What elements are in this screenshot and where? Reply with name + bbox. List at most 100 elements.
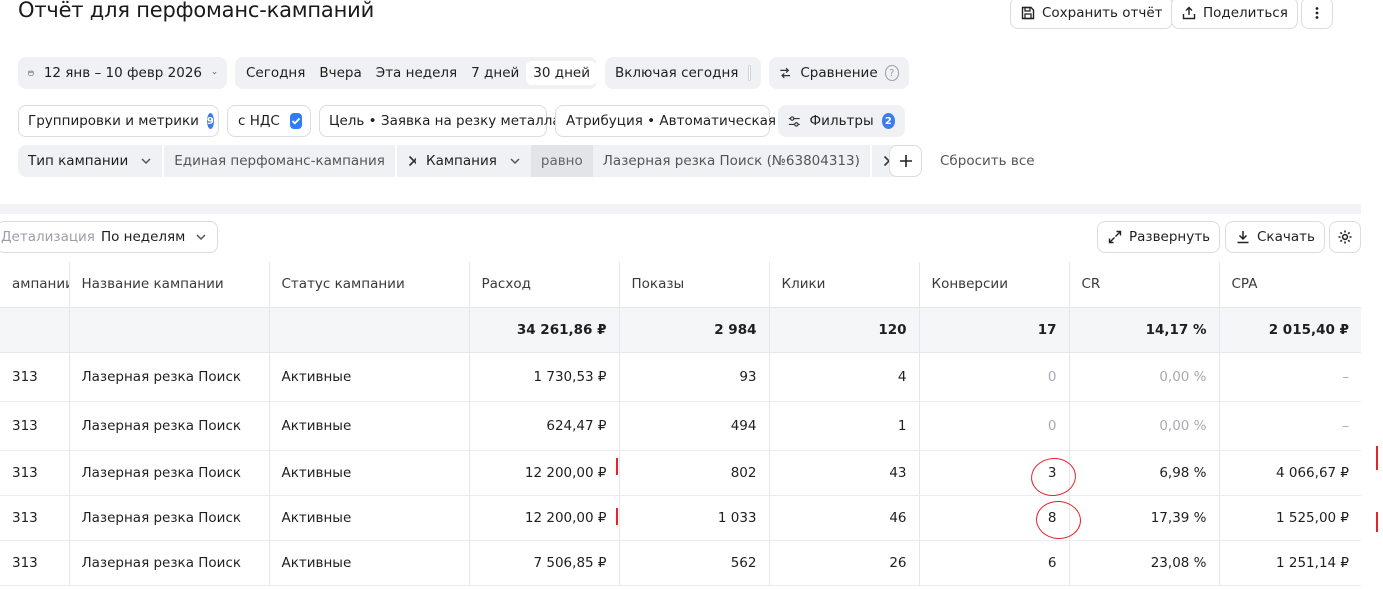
- header-campaign-id[interactable]: ампании ↓: [0, 262, 70, 308]
- total-cr: 14,17 %: [1069, 307, 1220, 353]
- period-this-week[interactable]: Эта неделя: [369, 61, 464, 85]
- table-row: 313 Лазерная резка Поиск Активные 7 506,…: [0, 540, 1361, 586]
- goal-selector[interactable]: Цель • Заявка на резку металла: [319, 105, 561, 137]
- period-yesterday[interactable]: Вчера: [312, 61, 368, 85]
- detail-selector[interactable]: Детализация По неделям: [0, 221, 219, 253]
- include-today-label: Включая сегодня: [615, 65, 739, 81]
- download-label: Скачать: [1257, 229, 1315, 245]
- cell-status: Активные: [269, 540, 470, 586]
- chevron-down-icon: [196, 234, 206, 241]
- groupings-metrics-button[interactable]: Группировки и метрики 9: [18, 105, 219, 137]
- filters-button[interactable]: Фильтры 2: [778, 105, 905, 137]
- cell-name: Лазерная резка Поиск: [69, 495, 270, 541]
- cell-cr: 6,98 %: [1069, 450, 1220, 496]
- filter-campaign[interactable]: Кампания равно Лазерная резка Поиск (№63…: [416, 145, 906, 177]
- compare-label: Сравнение: [800, 65, 878, 81]
- cell-impressions: 1 033: [619, 495, 770, 541]
- header-cr[interactable]: CR: [1069, 262, 1220, 308]
- cell-status: Активные: [269, 352, 470, 402]
- cell-name: Лазерная резка Поиск: [69, 540, 270, 586]
- filter-campaign-type[interactable]: Тип кампании Единая перфоманс-кампания: [18, 145, 431, 177]
- expand-button[interactable]: Развернуть: [1097, 221, 1221, 253]
- header-cpa[interactable]: CPA: [1219, 262, 1361, 308]
- share-button[interactable]: Поделиться: [1171, 0, 1298, 29]
- cell-name: Лазерная резка Поиск: [69, 450, 270, 496]
- filter-campaign-operator[interactable]: равно: [530, 145, 593, 177]
- total-clicks: 120: [769, 307, 920, 353]
- compare-arrows-icon: [780, 67, 791, 79]
- date-range-label: 12 янв – 10 февр 2026: [43, 65, 203, 81]
- cell-cpa: 1 525,00 ₽: [1219, 495, 1361, 541]
- cell-id: 313: [0, 450, 70, 496]
- period-7-days[interactable]: 7 дней: [464, 61, 526, 85]
- detail-label: Детализация: [1, 229, 95, 245]
- goal-label: Цель • Заявка на резку металла: [329, 113, 561, 129]
- help-icon[interactable]: ?: [884, 65, 899, 81]
- filter-campaign-field[interactable]: Кампания: [416, 145, 531, 177]
- add-filter-button[interactable]: [889, 145, 922, 177]
- cell-id: 313: [0, 352, 70, 402]
- cell-conversions: 0: [919, 352, 1070, 402]
- vat-label: с НДС: [238, 113, 280, 129]
- period-30-days[interactable]: 30 дней: [526, 61, 597, 85]
- total-conversions: 17: [919, 307, 1070, 353]
- cell-id: 313: [0, 495, 70, 541]
- filter-campaign-type-field[interactable]: Тип кампании: [18, 145, 163, 177]
- cell-clicks: 4: [769, 352, 920, 402]
- total-impressions: 2 984: [619, 307, 770, 353]
- header-impressions[interactable]: Показы: [619, 262, 770, 308]
- attribution-selector[interactable]: Атрибуция • Автоматическая: [555, 105, 776, 137]
- period-today[interactable]: Сегодня: [239, 61, 312, 85]
- header-conversions[interactable]: Конверсии: [919, 262, 1070, 308]
- section-divider: [0, 204, 1361, 214]
- filter-campaign-value[interactable]: Лазерная резка Поиск (№63804313): [592, 145, 870, 177]
- filter-campaign-type-value[interactable]: Единая перфоманс-кампания: [164, 145, 395, 177]
- cell-spend: 1 730,53 ₽: [469, 352, 620, 402]
- cell-id: 313: [0, 540, 70, 586]
- compare-button[interactable]: Сравнение ?: [769, 57, 909, 89]
- header-spend[interactable]: Расход: [469, 262, 620, 308]
- cell-cr: 0,00 %: [1069, 401, 1220, 451]
- annotation-tick: [616, 508, 618, 525]
- cell-status: Активные: [269, 450, 470, 496]
- total-cpa: 2 015,40 ₽: [1219, 307, 1361, 353]
- vat-toggle[interactable]: с НДС: [227, 105, 311, 137]
- cell-impressions: 802: [619, 450, 770, 496]
- vat-checkbox[interactable]: [289, 113, 302, 129]
- table-header-row: ампании ↓ Название кампании Статус кампа…: [0, 262, 1361, 308]
- more-button[interactable]: [1301, 0, 1333, 29]
- cell-status: Активные: [269, 495, 470, 541]
- cell-spend: 12 200,00 ₽: [469, 450, 620, 496]
- expand-label: Развернуть: [1129, 229, 1211, 245]
- cell-cpa: 4 066,67 ₽: [1219, 450, 1361, 496]
- save-report-label: Сохранить отчёт: [1042, 5, 1163, 21]
- table-settings-button[interactable]: [1329, 221, 1361, 253]
- save-icon: [1021, 6, 1035, 20]
- save-report-button[interactable]: Сохранить отчёт: [1010, 0, 1173, 29]
- chevron-down-icon: [141, 158, 151, 165]
- cell-name: Лазерная резка Поиск: [69, 352, 270, 402]
- header-campaign-status[interactable]: Статус кампании: [269, 262, 470, 308]
- period-selector[interactable]: Сегодня Вчера Эта неделя 7 дней 30 дней: [235, 57, 597, 89]
- cell-spend: 624,47 ₽: [469, 401, 620, 451]
- calendar-icon: [28, 70, 34, 76]
- header-campaign-name[interactable]: Название кампании: [69, 262, 270, 308]
- totals-row: 34 261,86 ₽ 2 984 120 17 14,17 % 2 015,4…: [0, 307, 1361, 353]
- download-button[interactable]: Скачать: [1225, 221, 1325, 253]
- include-today-toggle[interactable]: Включая сегодня: [605, 57, 761, 89]
- attribution-label: Атрибуция • Автоматическая: [566, 113, 777, 129]
- include-today-checkbox[interactable]: [748, 65, 751, 81]
- cell-cr: 0,00 %: [1069, 352, 1220, 402]
- annotation-tick: [1376, 512, 1378, 532]
- cell-cpa: 1 251,14 ₽: [1219, 540, 1361, 586]
- filters-label: Фильтры: [809, 113, 874, 129]
- check-icon: [291, 117, 300, 125]
- header-clicks[interactable]: Клики: [769, 262, 920, 308]
- chevron-down-icon: [212, 71, 217, 75]
- reset-all-link[interactable]: Сбросить все: [940, 145, 1035, 177]
- groupings-count-badge: 9: [206, 113, 214, 129]
- annotation-tick: [1376, 446, 1378, 470]
- chevron-down-icon: [510, 158, 520, 165]
- date-range-picker[interactable]: 12 янв – 10 февр 2026: [18, 57, 227, 89]
- annotation-tick: [616, 458, 618, 475]
